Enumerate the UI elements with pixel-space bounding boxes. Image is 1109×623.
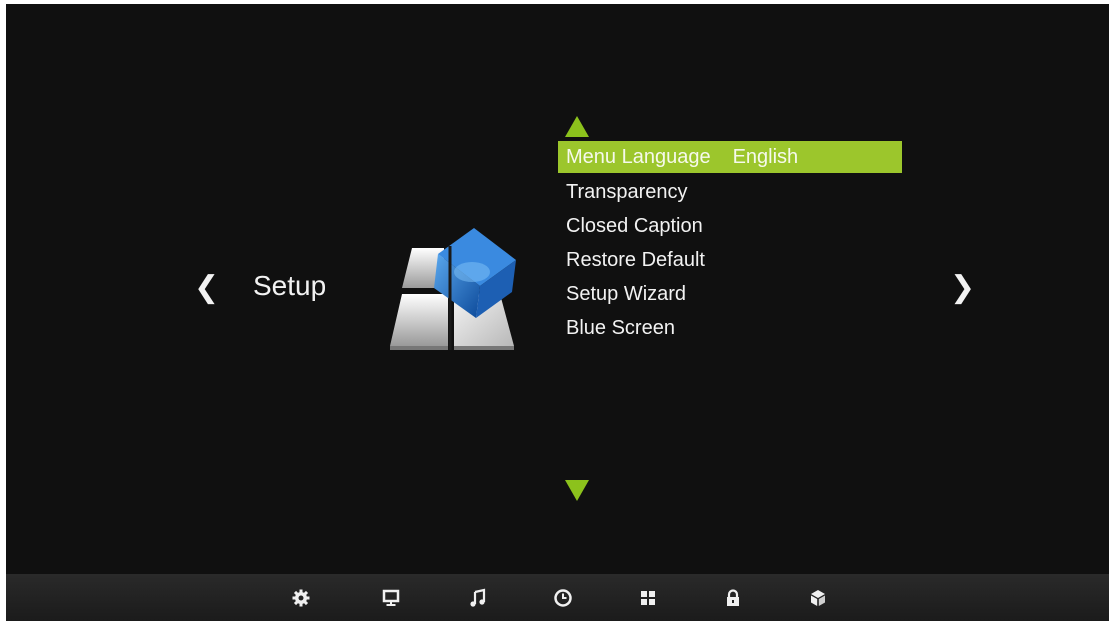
gear-icon[interactable] [291,588,311,608]
menu-item-restore-default[interactable]: Restore Default [558,243,902,277]
grid-icon[interactable] [638,588,658,608]
scroll-down-arrow[interactable] [565,480,589,501]
previous-section-arrow[interactable]: ❮ [194,273,219,303]
lock-icon[interactable] [723,588,743,608]
setup-icon [376,222,516,352]
menu-item-value: English [732,146,799,168]
menu-item-label: Setup Wizard [566,283,687,305]
cube-icon[interactable] [808,588,828,608]
tv-osd-screen: ❮ Setup Menu Language English Transparen… [6,4,1109,621]
music-icon[interactable] [468,588,488,608]
menu-item-label: Transparency [566,181,688,203]
menu-item-menu-language[interactable]: Menu Language English [558,141,902,173]
scroll-up-arrow[interactable] [565,116,589,137]
menu-item-setup-wizard[interactable]: Setup Wizard [558,277,902,311]
menu-item-label: Restore Default [566,249,705,271]
menu-item-label: Blue Screen [566,317,675,339]
menu-item-label: Menu Language [566,146,711,168]
menu-item-closed-caption[interactable]: Closed Caption [558,209,902,243]
clock-icon[interactable] [553,588,573,608]
menu-item-blue-screen[interactable]: Blue Screen [558,311,902,345]
bottom-menu-bar [6,574,1109,621]
menu-item-label: Closed Caption [566,215,703,237]
menu-item-transparency[interactable]: Transparency [558,175,902,209]
setup-menu-list: Menu Language English Transparency Closed… [558,141,902,345]
monitor-icon[interactable] [381,588,401,608]
section-title: Setup [253,270,327,301]
next-section-arrow[interactable]: ❯ [950,273,975,303]
